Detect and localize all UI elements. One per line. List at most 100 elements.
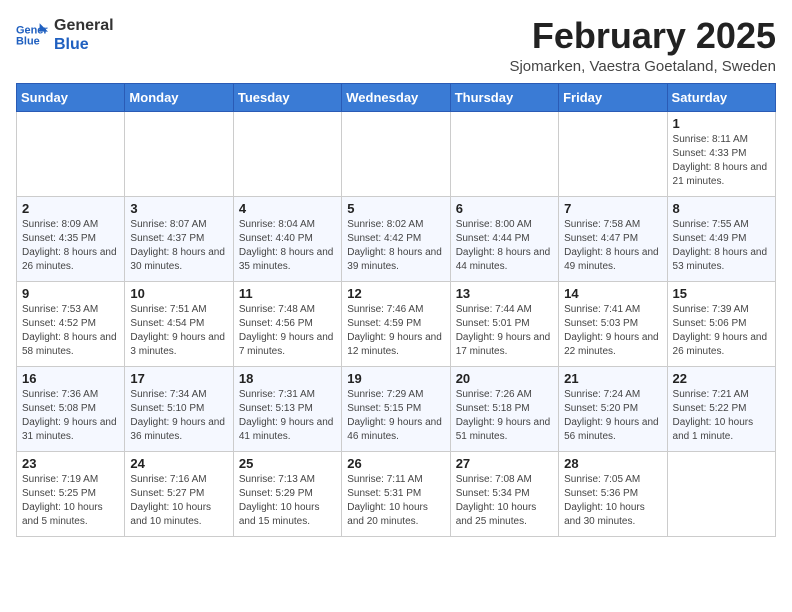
day-detail: Sunrise: 7:05 AMSunset: 5:36 PMDaylight:… — [564, 473, 661, 529]
day-detail: Sunrise: 7:16 AMSunset: 5:27 PMDaylight:… — [130, 473, 227, 529]
calendar-cell — [342, 111, 450, 196]
day-number: 7 — [564, 201, 661, 216]
calendar-cell: 25 Sunrise: 7:13 AMSunset: 5:29 PMDayligh… — [233, 451, 341, 536]
day-number: 2 — [22, 201, 119, 216]
calendar-cell: 6 Sunrise: 8:00 AMSunset: 4:44 PMDaylight… — [450, 196, 558, 281]
day-number: 24 — [130, 456, 227, 471]
weekday-header-wednesday: Wednesday — [342, 83, 450, 111]
day-number: 21 — [564, 371, 661, 386]
day-number: 18 — [239, 371, 336, 386]
day-number: 6 — [456, 201, 553, 216]
calendar: SundayMondayTuesdayWednesdayThursdayFrid… — [16, 83, 776, 537]
day-detail: Sunrise: 7:34 AMSunset: 5:10 PMDaylight:… — [130, 388, 227, 444]
day-number: 25 — [239, 456, 336, 471]
logo-icon: General Blue — [16, 21, 48, 49]
weekday-header-row: SundayMondayTuesdayWednesdayThursdayFrid… — [17, 83, 776, 111]
calendar-cell: 11Sunrise: 7:48 AMSunset: 4:56 PMDayligh… — [233, 281, 341, 366]
day-number: 9 — [22, 286, 119, 301]
calendar-cell: 10Sunrise: 7:51 AMSunset: 4:54 PMDayligh… — [125, 281, 233, 366]
subtitle: Sjomarken, Vaestra Goetaland, Sweden — [509, 58, 776, 75]
day-number: 22 — [673, 371, 770, 386]
calendar-cell: 8 Sunrise: 7:55 AMSunset: 4:49 PMDaylight… — [667, 196, 775, 281]
day-detail: Sunrise: 7:13 AMSunset: 5:29 PMDaylight:… — [239, 473, 336, 529]
day-number: 23 — [22, 456, 119, 471]
day-number: 12 — [347, 286, 444, 301]
calendar-cell: 15 Sunrise: 7:39 AMSunset: 5:06 PMDayligh… — [667, 281, 775, 366]
day-detail: Sunrise: 8:04 AMSunset: 4:40 PMDaylight:… — [239, 218, 336, 274]
day-number: 26 — [347, 456, 444, 471]
day-detail: Sunrise: 7:44 AMSunset: 5:01 PMDaylight:… — [456, 303, 553, 359]
calendar-cell: 20 Sunrise: 7:26 AMSunset: 5:18 PMDayligh… — [450, 366, 558, 451]
day-number: 5 — [347, 201, 444, 216]
calendar-cell: 26 Sunrise: 7:11 AMSunset: 5:31 PMDayligh… — [342, 451, 450, 536]
week-row-2: 2 Sunrise: 8:09 AMSunset: 4:35 PMDaylight… — [17, 196, 776, 281]
day-detail: Sunrise: 7:53 AMSunset: 4:52 PMDaylight:… — [22, 303, 119, 359]
day-number: 16 — [22, 371, 119, 386]
day-detail: Sunrise: 8:00 AMSunset: 4:44 PMDaylight:… — [456, 218, 553, 274]
day-number: 14 — [564, 286, 661, 301]
logo-blue: Blue — [54, 35, 114, 54]
day-detail: Sunrise: 7:11 AMSunset: 5:31 PMDaylight:… — [347, 473, 444, 529]
weekday-header-saturday: Saturday — [667, 83, 775, 111]
day-number: 4 — [239, 201, 336, 216]
calendar-cell — [233, 111, 341, 196]
calendar-cell: 19Sunrise: 7:29 AMSunset: 5:15 PMDayligh… — [342, 366, 450, 451]
day-detail: Sunrise: 7:39 AMSunset: 5:06 PMDaylight:… — [673, 303, 770, 359]
calendar-cell: 3Sunrise: 8:07 AMSunset: 4:37 PMDaylight… — [125, 196, 233, 281]
weekday-header-sunday: Sunday — [17, 83, 125, 111]
calendar-cell: 12 Sunrise: 7:46 AMSunset: 4:59 PMDayligh… — [342, 281, 450, 366]
header: General Blue General Blue General Blue F… — [16, 16, 776, 75]
day-detail: Sunrise: 7:51 AMSunset: 4:54 PMDaylight:… — [130, 303, 227, 359]
weekday-header-tuesday: Tuesday — [233, 83, 341, 111]
week-row-3: 9 Sunrise: 7:53 AMSunset: 4:52 PMDaylight… — [17, 281, 776, 366]
calendar-cell: 1 Sunrise: 8:11 AMSunset: 4:33 PMDaylight… — [667, 111, 775, 196]
day-number: 1 — [673, 116, 770, 131]
day-number: 13 — [456, 286, 553, 301]
logo-general: General — [54, 16, 114, 35]
day-detail: Sunrise: 7:24 AMSunset: 5:20 PMDaylight:… — [564, 388, 661, 444]
day-number: 17 — [130, 371, 227, 386]
calendar-cell: 9 Sunrise: 7:53 AMSunset: 4:52 PMDaylight… — [17, 281, 125, 366]
calendar-cell: 4 Sunrise: 8:04 AMSunset: 4:40 PMDaylight… — [233, 196, 341, 281]
day-number: 11 — [239, 286, 336, 301]
day-detail: Sunrise: 7:21 AMSunset: 5:22 PMDaylight:… — [673, 388, 770, 444]
day-detail: Sunrise: 8:11 AMSunset: 4:33 PMDaylight:… — [673, 133, 770, 189]
day-detail: Sunrise: 7:31 AMSunset: 5:13 PMDaylight:… — [239, 388, 336, 444]
main-title: February 2025 — [509, 16, 776, 56]
weekday-header-thursday: Thursday — [450, 83, 558, 111]
title-area: February 2025 Sjomarken, Vaestra Goetala… — [509, 16, 776, 75]
calendar-cell: 18 Sunrise: 7:31 AMSunset: 5:13 PMDayligh… — [233, 366, 341, 451]
weekday-header-monday: Monday — [125, 83, 233, 111]
week-row-4: 16 Sunrise: 7:36 AMSunset: 5:08 PMDayligh… — [17, 366, 776, 451]
day-number: 8 — [673, 201, 770, 216]
calendar-cell: 14 Sunrise: 7:41 AMSunset: 5:03 PMDayligh… — [559, 281, 667, 366]
calendar-cell: 22 Sunrise: 7:21 AMSunset: 5:22 PMDayligh… — [667, 366, 775, 451]
day-number: 20 — [456, 371, 553, 386]
calendar-cell — [125, 111, 233, 196]
calendar-cell — [667, 451, 775, 536]
day-detail: Sunrise: 7:46 AMSunset: 4:59 PMDaylight:… — [347, 303, 444, 359]
day-detail: Sunrise: 7:55 AMSunset: 4:49 PMDaylight:… — [673, 218, 770, 274]
day-detail: Sunrise: 7:26 AMSunset: 5:18 PMDaylight:… — [456, 388, 553, 444]
calendar-cell — [559, 111, 667, 196]
day-detail: Sunrise: 7:36 AMSunset: 5:08 PMDaylight:… — [22, 388, 119, 444]
day-number: 15 — [673, 286, 770, 301]
day-detail: Sunrise: 7:41 AMSunset: 5:03 PMDaylight:… — [564, 303, 661, 359]
logo: General Blue General Blue General Blue — [16, 16, 114, 54]
day-detail: Sunrise: 7:58 AMSunset: 4:47 PMDaylight:… — [564, 218, 661, 274]
week-row-1: 1 Sunrise: 8:11 AMSunset: 4:33 PMDaylight… — [17, 111, 776, 196]
day-number: 28 — [564, 456, 661, 471]
day-number: 19 — [347, 371, 444, 386]
calendar-cell: 24 Sunrise: 7:16 AMSunset: 5:27 PMDayligh… — [125, 451, 233, 536]
calendar-cell: 16 Sunrise: 7:36 AMSunset: 5:08 PMDayligh… — [17, 366, 125, 451]
weekday-header-friday: Friday — [559, 83, 667, 111]
calendar-cell: 28 Sunrise: 7:05 AMSunset: 5:36 PMDayligh… — [559, 451, 667, 536]
day-detail: Sunrise: 8:07 AMSunset: 4:37 PMDaylight:… — [130, 218, 227, 274]
calendar-cell: 17 Sunrise: 7:34 AMSunset: 5:10 PMDayligh… — [125, 366, 233, 451]
calendar-cell: 21 Sunrise: 7:24 AMSunset: 5:20 PMDayligh… — [559, 366, 667, 451]
calendar-cell: 13 Sunrise: 7:44 AMSunset: 5:01 PMDayligh… — [450, 281, 558, 366]
calendar-cell: 27Sunrise: 7:08 AMSunset: 5:34 PMDayligh… — [450, 451, 558, 536]
calendar-cell — [17, 111, 125, 196]
calendar-cell: 7 Sunrise: 7:58 AMSunset: 4:47 PMDaylight… — [559, 196, 667, 281]
day-detail: Sunrise: 8:09 AMSunset: 4:35 PMDaylight:… — [22, 218, 119, 274]
